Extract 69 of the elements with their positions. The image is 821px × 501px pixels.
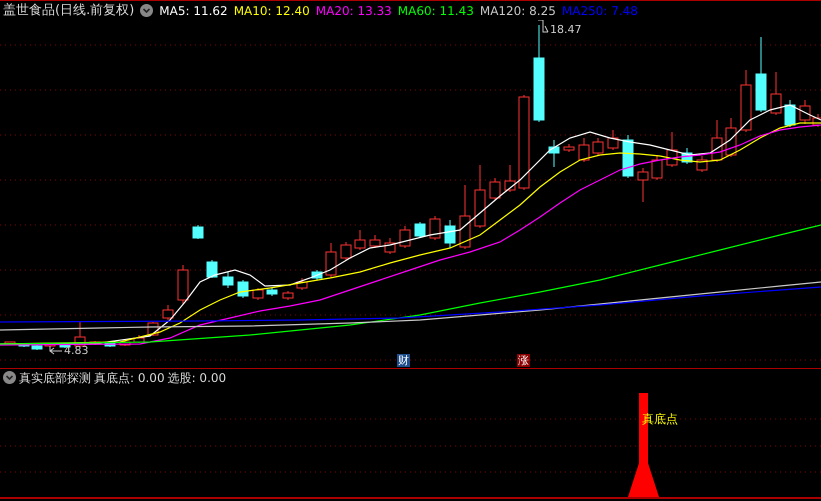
event-marker[interactable]: 涨 [517, 354, 530, 367]
candlestick [192, 224, 204, 240]
high-price-label: 18.47 [550, 24, 582, 36]
candlestick [282, 290, 294, 300]
low-arrow-icon [50, 346, 62, 354]
high-marker-line [538, 20, 548, 32]
indicator-value: MA20: 13.33 [316, 2, 392, 20]
candlestick [120, 340, 130, 346]
indicator-value: 真底点: 0.00 [94, 370, 165, 386]
candlestick [564, 144, 574, 152]
candlestick [666, 132, 678, 168]
candlestick [800, 100, 810, 124]
candlestick [178, 264, 188, 306]
candlestick [326, 242, 336, 278]
candlestick [726, 118, 736, 158]
candlestick [32, 344, 42, 350]
candlestick [74, 322, 86, 348]
candlestick [400, 226, 410, 248]
candlestick [444, 220, 456, 248]
candlestick [104, 342, 116, 348]
candlestick [490, 178, 500, 200]
indicator-value: MA10: 12.40 [234, 2, 310, 20]
indicator-value: MA60: 11.43 [398, 2, 474, 20]
candlestick [504, 164, 516, 192]
candlestick [354, 230, 366, 250]
low-price-label: 4.83 [64, 345, 88, 357]
candlestick [812, 114, 821, 128]
candlestick [252, 288, 264, 300]
collapse-icon[interactable] [3, 371, 16, 384]
candlestick [384, 238, 396, 254]
candlestick [652, 154, 662, 180]
candlestick [592, 138, 604, 156]
candlestick [696, 156, 708, 172]
candlestick [784, 100, 796, 128]
candlestick [44, 342, 56, 348]
collapse-icon[interactable] [140, 4, 154, 17]
candlestick [622, 134, 634, 178]
candlestick [90, 340, 100, 346]
event-marker[interactable]: 财 [397, 354, 410, 367]
indicator-title: 真实底部探测 [19, 370, 91, 386]
indicator-value: MA5: 11.62 [159, 2, 228, 20]
candlestick [740, 70, 752, 132]
candlestick [414, 222, 426, 238]
candlestick [608, 130, 618, 150]
candlestick [312, 270, 322, 280]
candlestick [266, 288, 278, 296]
candlestick [162, 304, 174, 320]
candlestick [548, 140, 560, 168]
candlestick [340, 242, 352, 260]
candlestick [134, 334, 144, 344]
candlestick [238, 280, 248, 298]
candlestick [222, 272, 234, 288]
candlestick [296, 278, 308, 290]
indicator-value: 选股: 0.00 [168, 370, 226, 386]
candlestick [370, 234, 380, 248]
candlestick [682, 148, 692, 164]
candlestick [638, 168, 648, 202]
indicator-value: MA120: 8.25 [480, 2, 556, 20]
indicator-value: MA250: 7.48 [562, 2, 638, 20]
candlestick [578, 138, 590, 162]
candlestick [4, 342, 16, 346]
candlestick [430, 216, 440, 240]
stock-title: 盖世食品(日线.前复权) [3, 2, 134, 20]
candlestick [474, 164, 486, 228]
candlestick [206, 260, 218, 278]
candlestick [18, 342, 30, 348]
candlestick [770, 72, 782, 116]
candlestick [460, 184, 470, 250]
candlestick [712, 120, 722, 162]
